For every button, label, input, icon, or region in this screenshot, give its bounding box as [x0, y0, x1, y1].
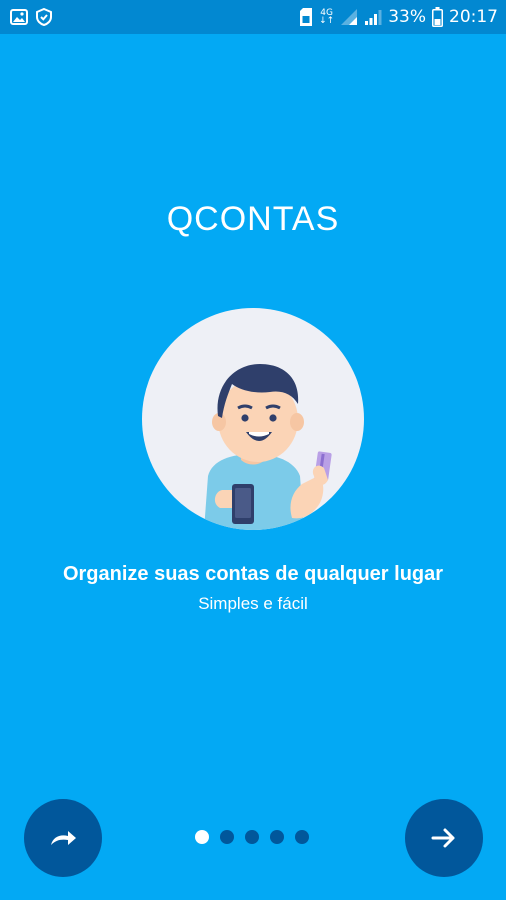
image-icon — [10, 9, 28, 25]
status-right: 4G ↓↑ 33% 20:17 — [299, 7, 498, 27]
page-indicator — [195, 830, 309, 844]
next-button[interactable] — [405, 799, 483, 877]
page-dot-1[interactable] — [195, 830, 209, 844]
status-bar: 4G ↓↑ 33% 20:17 — [0, 0, 506, 34]
status-left — [10, 8, 52, 26]
battery-percent: 33% — [388, 7, 426, 27]
signal-icon — [364, 8, 382, 26]
app-title: QCONTAS — [166, 200, 340, 238]
page-dot-5[interactable] — [295, 830, 309, 844]
redo-arrow-icon — [48, 828, 78, 848]
onboarding-subline: Simples e fácil — [198, 594, 308, 613]
clock: 20:17 — [449, 7, 498, 27]
skip-button[interactable] — [24, 799, 102, 877]
shield-icon — [36, 8, 52, 26]
network-type: 4G ↓↑ — [319, 8, 335, 26]
onboarding-headline: Organize suas contas de qualquer lugar — [62, 563, 444, 585]
page-dot-2[interactable] — [220, 830, 234, 844]
battery-icon — [432, 7, 443, 27]
sim-icon — [299, 8, 313, 26]
arrow-right-icon — [431, 827, 457, 849]
page-dot-3[interactable] — [245, 830, 259, 844]
man-holding-phone-and-card-illustration — [142, 308, 364, 530]
page-dot-4[interactable] — [270, 830, 284, 844]
signal-icon — [340, 8, 358, 26]
